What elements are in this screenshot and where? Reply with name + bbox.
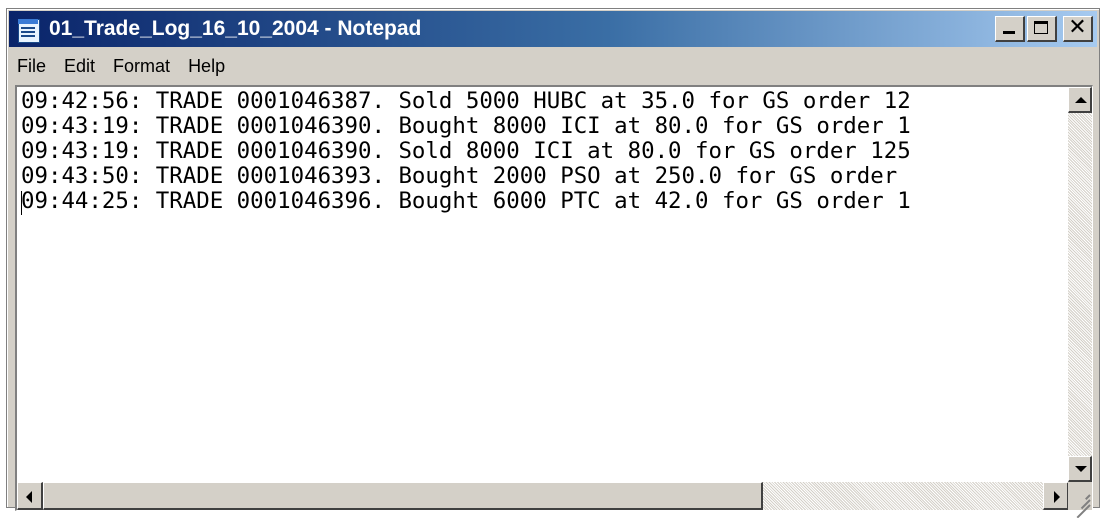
close-button[interactable]: ✕: [1063, 15, 1093, 42]
text-editor[interactable]: 09:42:56: TRADE 0001046387. Sold 5000 HU…: [15, 85, 1093, 518]
scroll-right-button[interactable]: [1043, 482, 1069, 510]
scroll-left-button[interactable]: [17, 482, 43, 510]
horizontal-scrollbar[interactable]: [17, 482, 1069, 510]
window-title: 01_Trade_Log_16_10_2004 - Notepad: [49, 17, 422, 40]
maximize-button[interactable]: [1027, 16, 1057, 42]
text-line: 09:43:19: TRADE 0001046390. Bought 8000 …: [21, 113, 911, 139]
menu-edit[interactable]: Edit: [56, 56, 105, 77]
menu-format[interactable]: Format: [105, 56, 180, 77]
horizontal-scroll-thumb[interactable]: [43, 482, 763, 510]
text-caret: [21, 191, 22, 215]
text-line: 09:44:25: TRADE 0001046396. Bought 6000 …: [21, 188, 911, 214]
notepad-window: 01_Trade_Log_16_10_2004 - Notepad ✕ File…: [6, 8, 1100, 518]
close-icon: ✕: [1068, 15, 1087, 40]
text-line: 09:42:56: TRADE 0001046387. Sold 5000 HU…: [21, 89, 911, 114]
minimize-icon: [1003, 31, 1015, 34]
notepad-icon[interactable]: [15, 15, 43, 43]
title-buttons: ✕: [995, 15, 1093, 42]
vertical-scrollbar[interactable]: [1068, 87, 1092, 482]
text-line: 09:43:50: TRADE 0001046393. Bought 2000 …: [21, 163, 911, 189]
arrow-up-icon: [1075, 97, 1087, 103]
menu-bar: File Edit Format Help: [9, 51, 1097, 81]
scroll-down-button[interactable]: [1068, 456, 1092, 482]
arrow-right-icon: [1054, 491, 1060, 503]
arrow-down-icon: [1075, 466, 1087, 472]
maximize-icon: [1034, 21, 1048, 34]
menu-help[interactable]: Help: [180, 56, 235, 77]
scroll-up-button[interactable]: [1068, 87, 1092, 113]
arrow-left-icon: [26, 491, 32, 503]
text-content[interactable]: 09:42:56: TRADE 0001046387. Sold 5000 HU…: [21, 89, 1071, 469]
resize-grip-icon[interactable]: [1068, 482, 1092, 518]
title-bar[interactable]: 01_Trade_Log_16_10_2004 - Notepad ✕: [9, 11, 1097, 47]
minimize-button[interactable]: [995, 16, 1025, 42]
text-line: 09:43:19: TRADE 0001046390. Sold 8000 IC…: [21, 138, 911, 164]
menu-file[interactable]: File: [9, 56, 56, 77]
